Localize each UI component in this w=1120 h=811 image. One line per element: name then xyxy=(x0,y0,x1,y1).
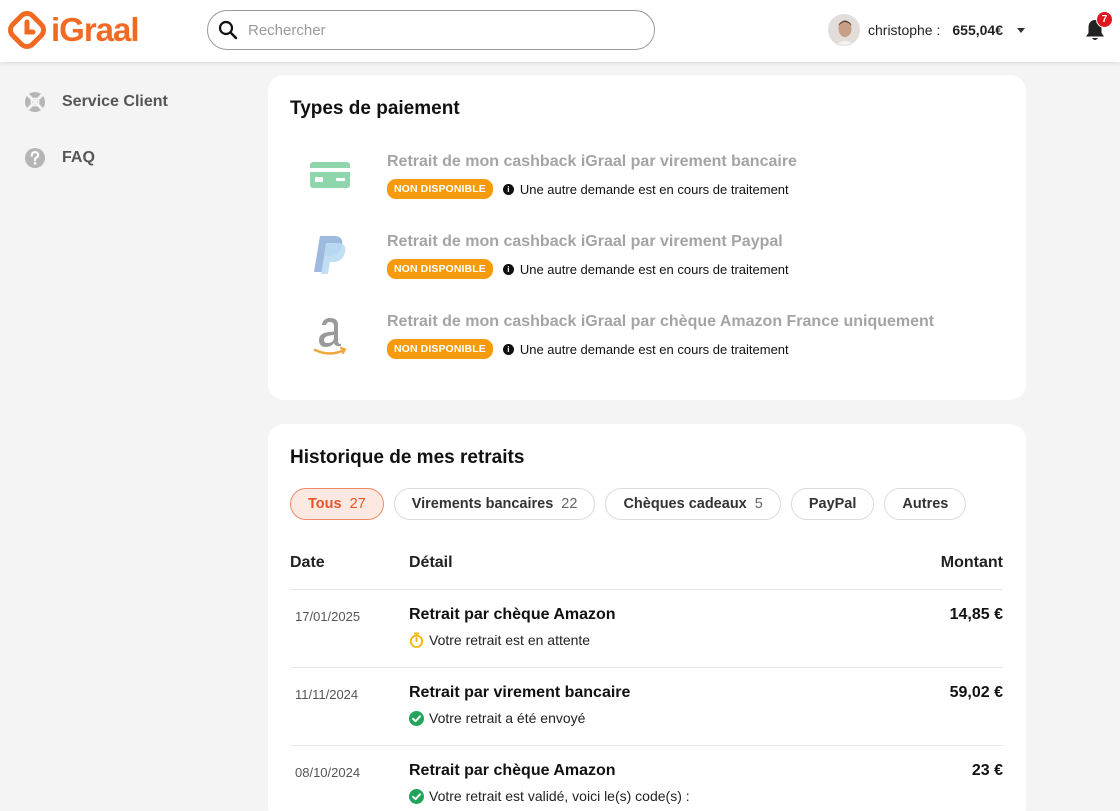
payment-option-bank-transfer[interactable]: Retrait de mon cashback iGraal par virem… xyxy=(290,153,1010,213)
sidebar-item-faq[interactable]: FAQ xyxy=(24,147,95,169)
logo-text: iGraal xyxy=(51,11,140,48)
row-date: 17/01/2025 xyxy=(295,609,361,624)
search-input[interactable] xyxy=(248,21,628,39)
table-row[interactable]: 11/11/2024 Retrait par virement bancaire… xyxy=(291,667,1003,745)
table-row[interactable]: 08/10/2024 Retrait par chèque Amazon Vot… xyxy=(291,745,1003,811)
filter-chip-virements-bancaires[interactable]: Virements bancaires 22 xyxy=(393,488,596,520)
info-icon: i xyxy=(502,263,514,275)
top-header: iGraal christophe : 655,04€ 7 xyxy=(0,0,1120,62)
status-badge: NON DISPONIBLE xyxy=(387,179,493,199)
payment-types-card: Types de paiement Retrait de mon cashbac… xyxy=(268,75,1026,400)
row-date: 11/11/2024 xyxy=(295,687,359,702)
question-icon xyxy=(25,148,45,168)
payment-status-message: Une autre demande est en cours de traite… xyxy=(519,181,789,197)
igraal-logo[interactable]: iGraal xyxy=(7,10,140,50)
row-status-text: Votre retrait a été envoyé xyxy=(429,710,586,726)
paypal-icon xyxy=(314,236,346,274)
filter-chip-paypal[interactable]: PayPal xyxy=(790,488,875,520)
sidebar-item-service-client[interactable]: Service Client xyxy=(24,91,168,113)
row-status-text: Votre retrait est validé, voici le(s) co… xyxy=(429,788,690,804)
sidebar-item-label: Service Client xyxy=(62,93,168,110)
payment-types-title: Types de paiement xyxy=(290,98,460,119)
lifebuoy-icon xyxy=(25,92,45,112)
credit-card-icon xyxy=(310,162,350,188)
user-menu[interactable]: christophe : 655,04€ xyxy=(828,14,1025,46)
withdrawal-history-card: Historique de mes retraits Tous 27 Vireme… xyxy=(268,424,1026,811)
filter-chip-autres[interactable]: Autres xyxy=(884,488,967,520)
column-header-date: Date xyxy=(290,554,325,571)
row-amount: 14,85 € xyxy=(949,606,1003,623)
filter-chip-tous[interactable]: Tous 27 xyxy=(290,488,384,520)
payment-option-label: Retrait de mon cashback iGraal par virem… xyxy=(387,153,797,170)
igraal-logo-icon xyxy=(8,11,46,49)
row-title: Retrait par chèque Amazon xyxy=(409,606,616,623)
payment-option-label: Retrait de mon cashback iGraal par virem… xyxy=(387,233,783,250)
search-icon xyxy=(218,20,238,40)
table-row[interactable]: 17/01/2025 Retrait par chèque Amazon Vot… xyxy=(291,589,1003,667)
chevron-down-icon[interactable] xyxy=(1016,27,1025,33)
timer-icon xyxy=(409,632,424,648)
row-amount: 23 € xyxy=(971,762,1003,779)
payment-status-message: Une autre demande est en cours de traite… xyxy=(519,341,789,357)
history-filters: Tous 27 Virements bancaires 22 Chèques cad… xyxy=(290,488,976,520)
check-circle-icon xyxy=(409,710,424,726)
row-title: Retrait par virement bancaire xyxy=(409,684,631,701)
amazon-icon xyxy=(313,318,347,355)
payment-option-paypal[interactable]: Retrait de mon cashback iGraal par virem… xyxy=(290,233,1010,293)
user-name: christophe : xyxy=(868,22,941,38)
history-title: Historique de mes retraits xyxy=(290,447,525,468)
search-bar[interactable] xyxy=(207,10,655,50)
row-amount: 59,02 € xyxy=(949,684,1003,701)
status-badge: NON DISPONIBLE xyxy=(387,259,493,279)
row-date: 08/10/2024 xyxy=(295,765,361,780)
sidebar-item-label: FAQ xyxy=(62,149,95,166)
payment-status-message: Une autre demande est en cours de traite… xyxy=(519,261,789,277)
check-circle-icon xyxy=(409,788,424,804)
row-title: Retrait par chèque Amazon xyxy=(409,762,616,779)
info-icon: i xyxy=(502,343,514,355)
row-status-text: Votre retrait est en attente xyxy=(429,632,591,648)
column-header-detail: Détail xyxy=(409,554,453,571)
status-badge: NON DISPONIBLE xyxy=(387,339,493,359)
notification-badge[interactable]: 7 xyxy=(1096,11,1113,28)
column-header-amount: Montant xyxy=(940,554,1003,571)
payment-option-label: Retrait de mon cashback iGraal par chèqu… xyxy=(387,313,935,330)
payment-option-amazon[interactable]: Retrait de mon cashback iGraal par chèqu… xyxy=(290,313,1010,373)
info-icon: i xyxy=(502,183,514,195)
avatar xyxy=(828,14,860,46)
user-balance: 655,04€ xyxy=(952,22,1003,38)
filter-chip-cheques-cadeaux[interactable]: Chèques cadeaux 5 xyxy=(605,488,781,520)
